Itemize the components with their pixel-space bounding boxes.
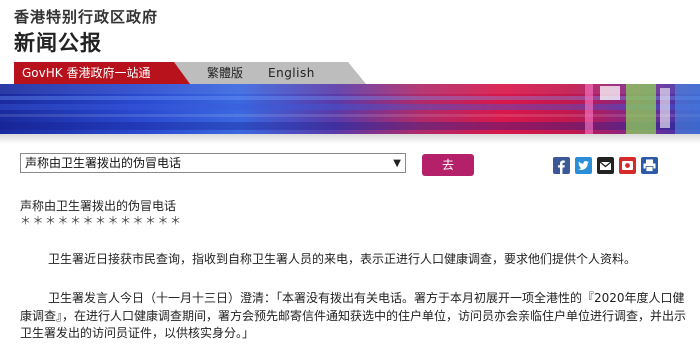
english-link[interactable]: English bbox=[268, 62, 315, 84]
article-paragraph-2: 卫生署发言人今日（十一月十三日）澄清：「本署没有拨出有关电话。署方于本月初展开一… bbox=[20, 291, 687, 340]
top-nav-bar: GovHK 香港政府一站通 繁體版 English bbox=[0, 62, 700, 84]
govhk-link[interactable]: GovHK 香港政府一站通 bbox=[14, 62, 190, 84]
decorative-banner bbox=[0, 84, 700, 134]
article-select-value: 声称由卫生署拨出的伪冒电话 bbox=[25, 156, 182, 170]
chevron-down-icon: ▼ bbox=[393, 158, 401, 169]
title-divider-stars: ＊＊＊＊＊＊＊＊＊＊＊＊＊ bbox=[20, 214, 183, 227]
page-title[interactable]: 新闻公报 bbox=[14, 27, 102, 57]
weibo-icon[interactable] bbox=[619, 157, 636, 174]
page-header: 香港特别行政区政府 新闻公报 bbox=[0, 0, 700, 62]
article-header: 声称由卫生署拨出的伪冒电话 ＊＊＊＊＊＊＊＊＊＊＊＊＊ bbox=[20, 197, 690, 228]
banner-shadow bbox=[0, 134, 700, 144]
email-icon[interactable] bbox=[597, 157, 614, 174]
print-icon[interactable] bbox=[641, 157, 658, 174]
article-select[interactable]: 声称由卫生署拨出的伪冒电话 ▼ bbox=[20, 153, 406, 173]
article-paragraph-1: 卫生署近日接获市民查询，指收到自称卫生署人员的来电，表示正进行人口健康调查，要求… bbox=[48, 252, 637, 266]
traditional-chinese-link[interactable]: 繁體版 bbox=[207, 62, 243, 84]
government-name: 香港特别行政区政府 bbox=[14, 8, 159, 26]
article-title: 声称由卫生署拨出的伪冒电话 bbox=[20, 199, 177, 213]
twitter-icon[interactable] bbox=[575, 157, 592, 174]
facebook-icon[interactable] bbox=[553, 157, 570, 174]
go-button[interactable]: 去 bbox=[422, 154, 474, 176]
